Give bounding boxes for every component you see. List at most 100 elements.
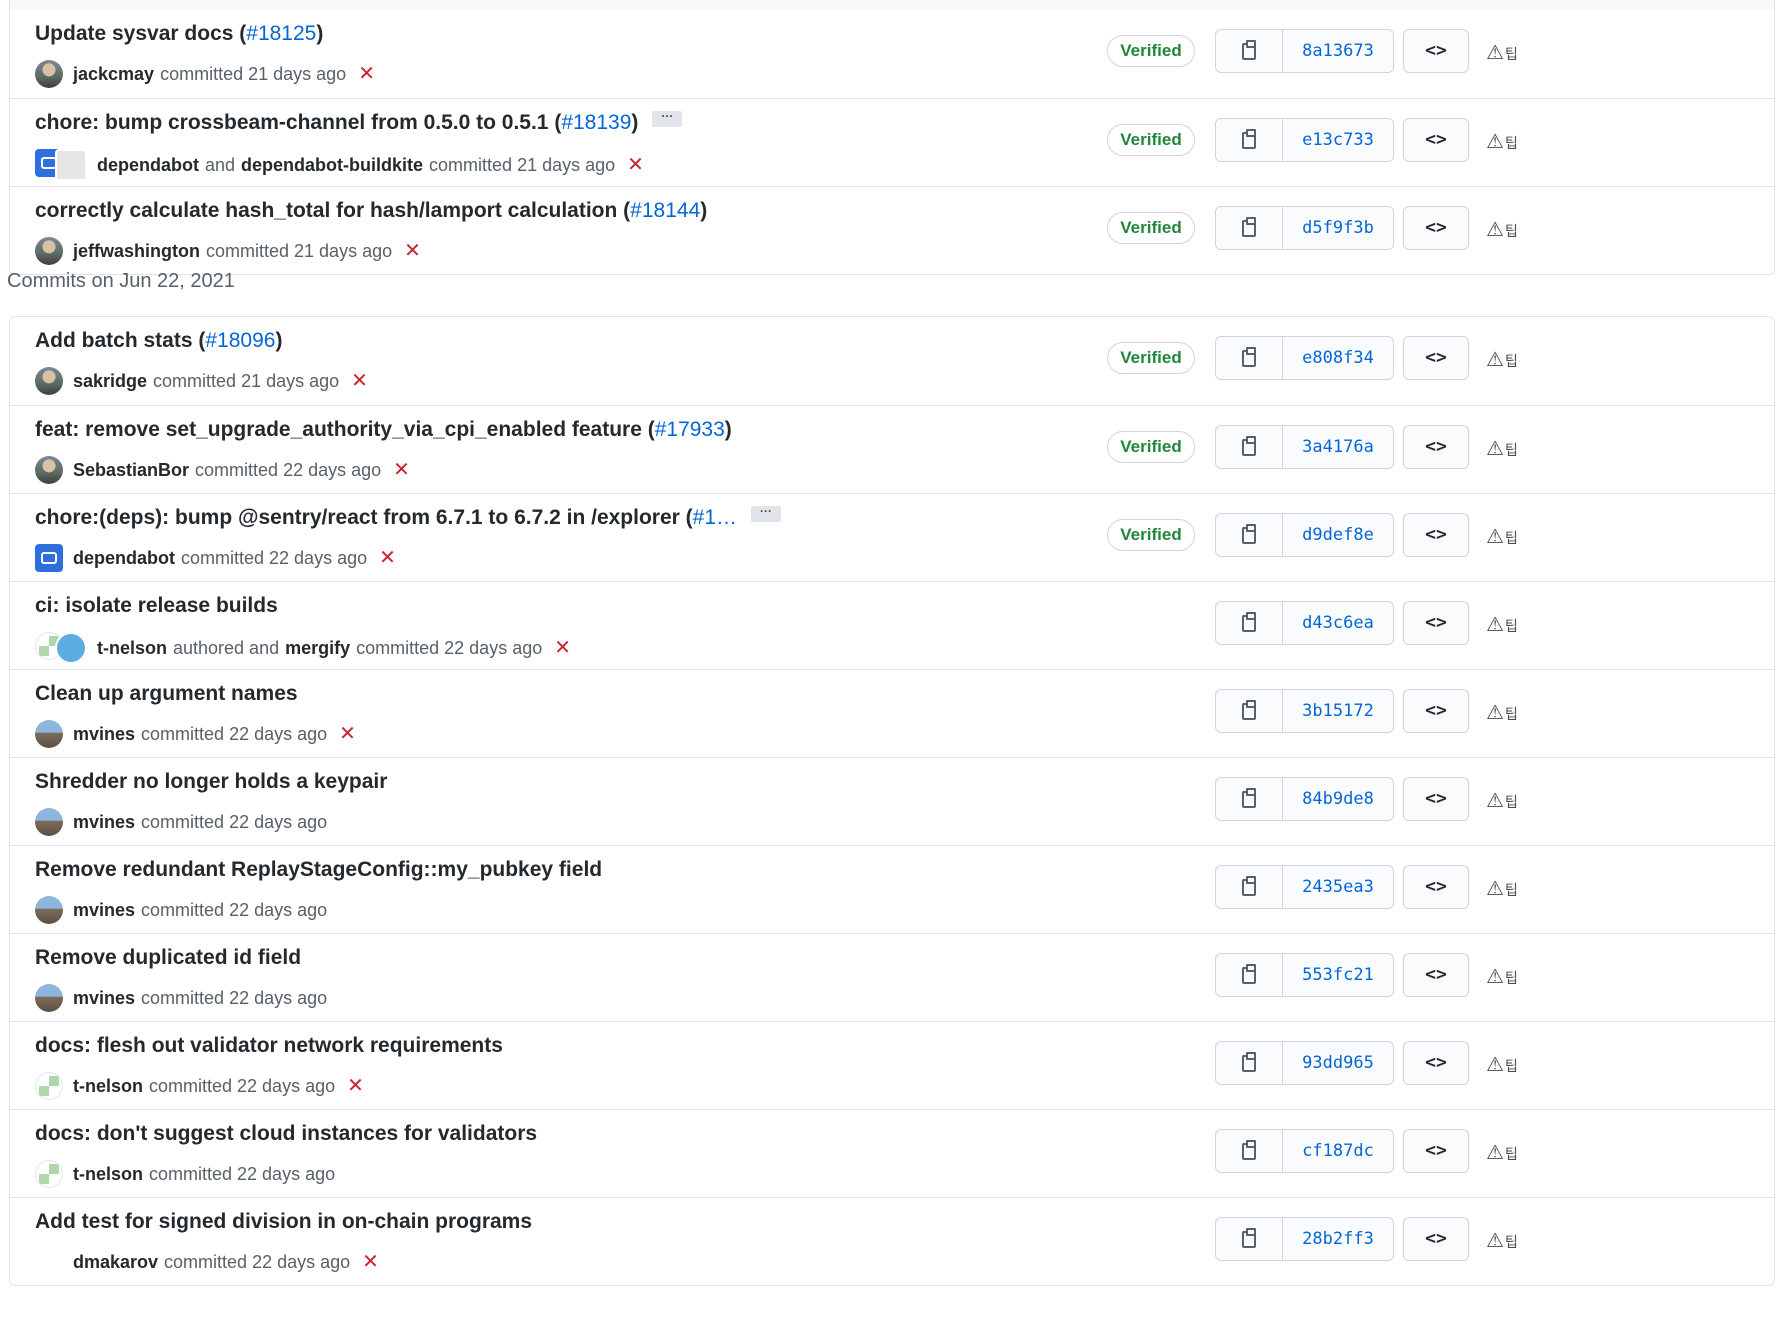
expand-message-button[interactable]: ··· [652,110,683,128]
copy-sha-button[interactable] [1216,602,1283,644]
commit-title[interactable]: feat: remove set_upgrade_authority_via_c… [35,418,732,442]
commit-title-suffix[interactable]: ) [275,329,282,352]
commit-title-suffix[interactable]: ) [316,22,323,45]
browse-repo-button[interactable]: <> [1403,689,1469,733]
verified-badge[interactable]: Verified [1107,431,1195,463]
commit-title-text[interactable]: Update sysvar docs ( [35,22,246,45]
author-link[interactable]: t-nelson [97,638,167,659]
x-icon[interactable]: ✕ [362,1252,379,1272]
commit-sha-link[interactable]: e13c733 [1283,119,1393,161]
browse-repo-button[interactable]: <> [1403,1041,1469,1085]
extension-icon[interactable]: ⚠팁 [1486,347,1518,372]
author-link[interactable]: jackcmay [73,64,154,85]
pull-request-link[interactable]: #18096 [205,329,275,352]
x-icon[interactable]: ✕ [358,64,375,84]
extension-icon[interactable]: ⚠팁 [1486,700,1518,725]
commit-title[interactable]: Remove duplicated id field [35,946,301,970]
commit-title[interactable]: chore:(deps): bump @sentry/react from 6.… [35,505,782,530]
commit-title[interactable]: correctly calculate hash_total for hash/… [35,199,707,223]
commit-title-suffix[interactable]: ) [700,199,707,222]
commit-title-text[interactable]: Shredder no longer holds a keypair [35,770,387,793]
pull-request-link[interactable]: #18139 [561,111,631,134]
browse-repo-button[interactable]: <> [1403,777,1469,821]
commit-title[interactable]: Update sysvar docs (#18125) [35,22,323,46]
browse-repo-button[interactable]: <> [1403,206,1469,250]
x-icon[interactable]: ✕ [627,155,644,175]
commit-sha-link[interactable]: 553fc21 [1283,954,1393,996]
browse-repo-button[interactable]: <> [1403,1129,1469,1173]
commit-title[interactable]: Shredder no longer holds a keypair [35,770,387,794]
avatar[interactable] [35,456,63,484]
commit-sha-link[interactable]: 3b15172 [1283,690,1393,732]
commit-sha-link[interactable]: 28b2ff3 [1283,1218,1393,1260]
avatar[interactable] [55,149,87,181]
extension-icon[interactable]: ⚠팁 [1486,1228,1518,1253]
commit-sha-link[interactable]: cf187dc [1283,1130,1393,1172]
expand-message-button[interactable]: ··· [751,505,782,523]
commit-title[interactable]: Remove redundant ReplayStageConfig::my_p… [35,858,602,882]
author-link[interactable]: dependabot [97,155,199,176]
pull-request-link[interactable]: #1… [693,506,737,529]
x-icon[interactable]: ✕ [347,1076,364,1096]
commit-title-text[interactable]: correctly calculate hash_total for hash/… [35,199,630,222]
avatar[interactable] [35,60,63,88]
avatar-stack[interactable] [35,149,87,181]
commit-title[interactable]: Add test for signed division in on-chain… [35,1210,532,1234]
commit-sha-link[interactable]: 2435ea3 [1283,866,1393,908]
author-link[interactable]: jeffwashington [73,241,200,262]
avatar[interactable] [35,984,63,1012]
browse-repo-button[interactable]: <> [1403,513,1469,557]
browse-repo-button[interactable]: <> [1403,1217,1469,1261]
x-icon[interactable]: ✕ [379,548,396,568]
author-link[interactable]: dependabot [73,548,175,569]
commit-sha-link[interactable]: 93dd965 [1283,1042,1393,1084]
commit-sha-link[interactable]: d5f9f3b [1283,207,1393,249]
author-link[interactable]: mvines [73,988,135,1009]
extension-icon[interactable]: ⚠팁 [1486,40,1518,65]
author-link[interactable]: mvines [73,900,135,921]
x-icon[interactable]: ✕ [393,460,410,480]
committer-link[interactable]: dependabot-buildkite [241,155,423,176]
commit-title[interactable]: docs: don't suggest cloud instances for … [35,1122,537,1146]
author-link[interactable]: mvines [73,812,135,833]
author-link[interactable]: t-nelson [73,1164,143,1185]
commit-title-text[interactable]: chore:(deps): bump @sentry/react from 6.… [35,506,693,529]
copy-sha-button[interactable] [1216,337,1283,379]
commit-title-text[interactable]: Remove redundant ReplayStageConfig::my_p… [35,858,602,881]
copy-sha-button[interactable] [1216,207,1283,249]
commit-title-suffix[interactable]: ) [725,418,732,441]
x-icon[interactable]: ✕ [351,371,368,391]
commit-title-text[interactable]: docs: flesh out validator network requir… [35,1034,503,1057]
avatar[interactable] [35,1072,63,1100]
pull-request-link[interactable]: #18144 [630,199,700,222]
commit-title-text[interactable]: feat: remove set_upgrade_authority_via_c… [35,418,655,441]
x-icon[interactable]: ✕ [554,638,571,658]
extension-icon[interactable]: ⚠팁 [1486,524,1518,549]
copy-sha-button[interactable] [1216,1130,1283,1172]
avatar[interactable] [35,237,63,265]
commit-sha-link[interactable]: 3a4176a [1283,426,1393,468]
commit-title-text[interactable]: chore: bump crossbeam-channel from 0.5.0… [35,111,561,134]
x-icon[interactable]: ✕ [339,724,356,744]
commit-title-text[interactable]: docs: don't suggest cloud instances for … [35,1122,537,1145]
author-link[interactable]: SebastianBor [73,460,189,481]
commit-title[interactable]: chore: bump crossbeam-channel from 0.5.0… [35,110,683,135]
commit-sha-link[interactable]: e808f34 [1283,337,1393,379]
commit-sha-link[interactable]: d9def8e [1283,514,1393,556]
commit-title-text[interactable]: Clean up argument names [35,682,298,705]
copy-sha-button[interactable] [1216,426,1283,468]
extension-icon[interactable]: ⚠팁 [1486,876,1518,901]
browse-repo-button[interactable]: <> [1403,118,1469,162]
commit-title-text[interactable]: Remove duplicated id field [35,946,301,969]
verified-badge[interactable]: Verified [1107,35,1195,67]
browse-repo-button[interactable]: <> [1403,336,1469,380]
pull-request-link[interactable]: #18125 [246,22,316,45]
copy-sha-button[interactable] [1216,690,1283,732]
browse-repo-button[interactable]: <> [1403,865,1469,909]
x-icon[interactable]: ✕ [404,241,421,261]
avatar[interactable] [35,367,63,395]
avatar[interactable] [35,720,63,748]
commit-title-text[interactable]: Add test for signed division in on-chain… [35,1210,532,1233]
extension-icon[interactable]: ⚠팁 [1486,217,1518,242]
copy-sha-button[interactable] [1216,866,1283,908]
